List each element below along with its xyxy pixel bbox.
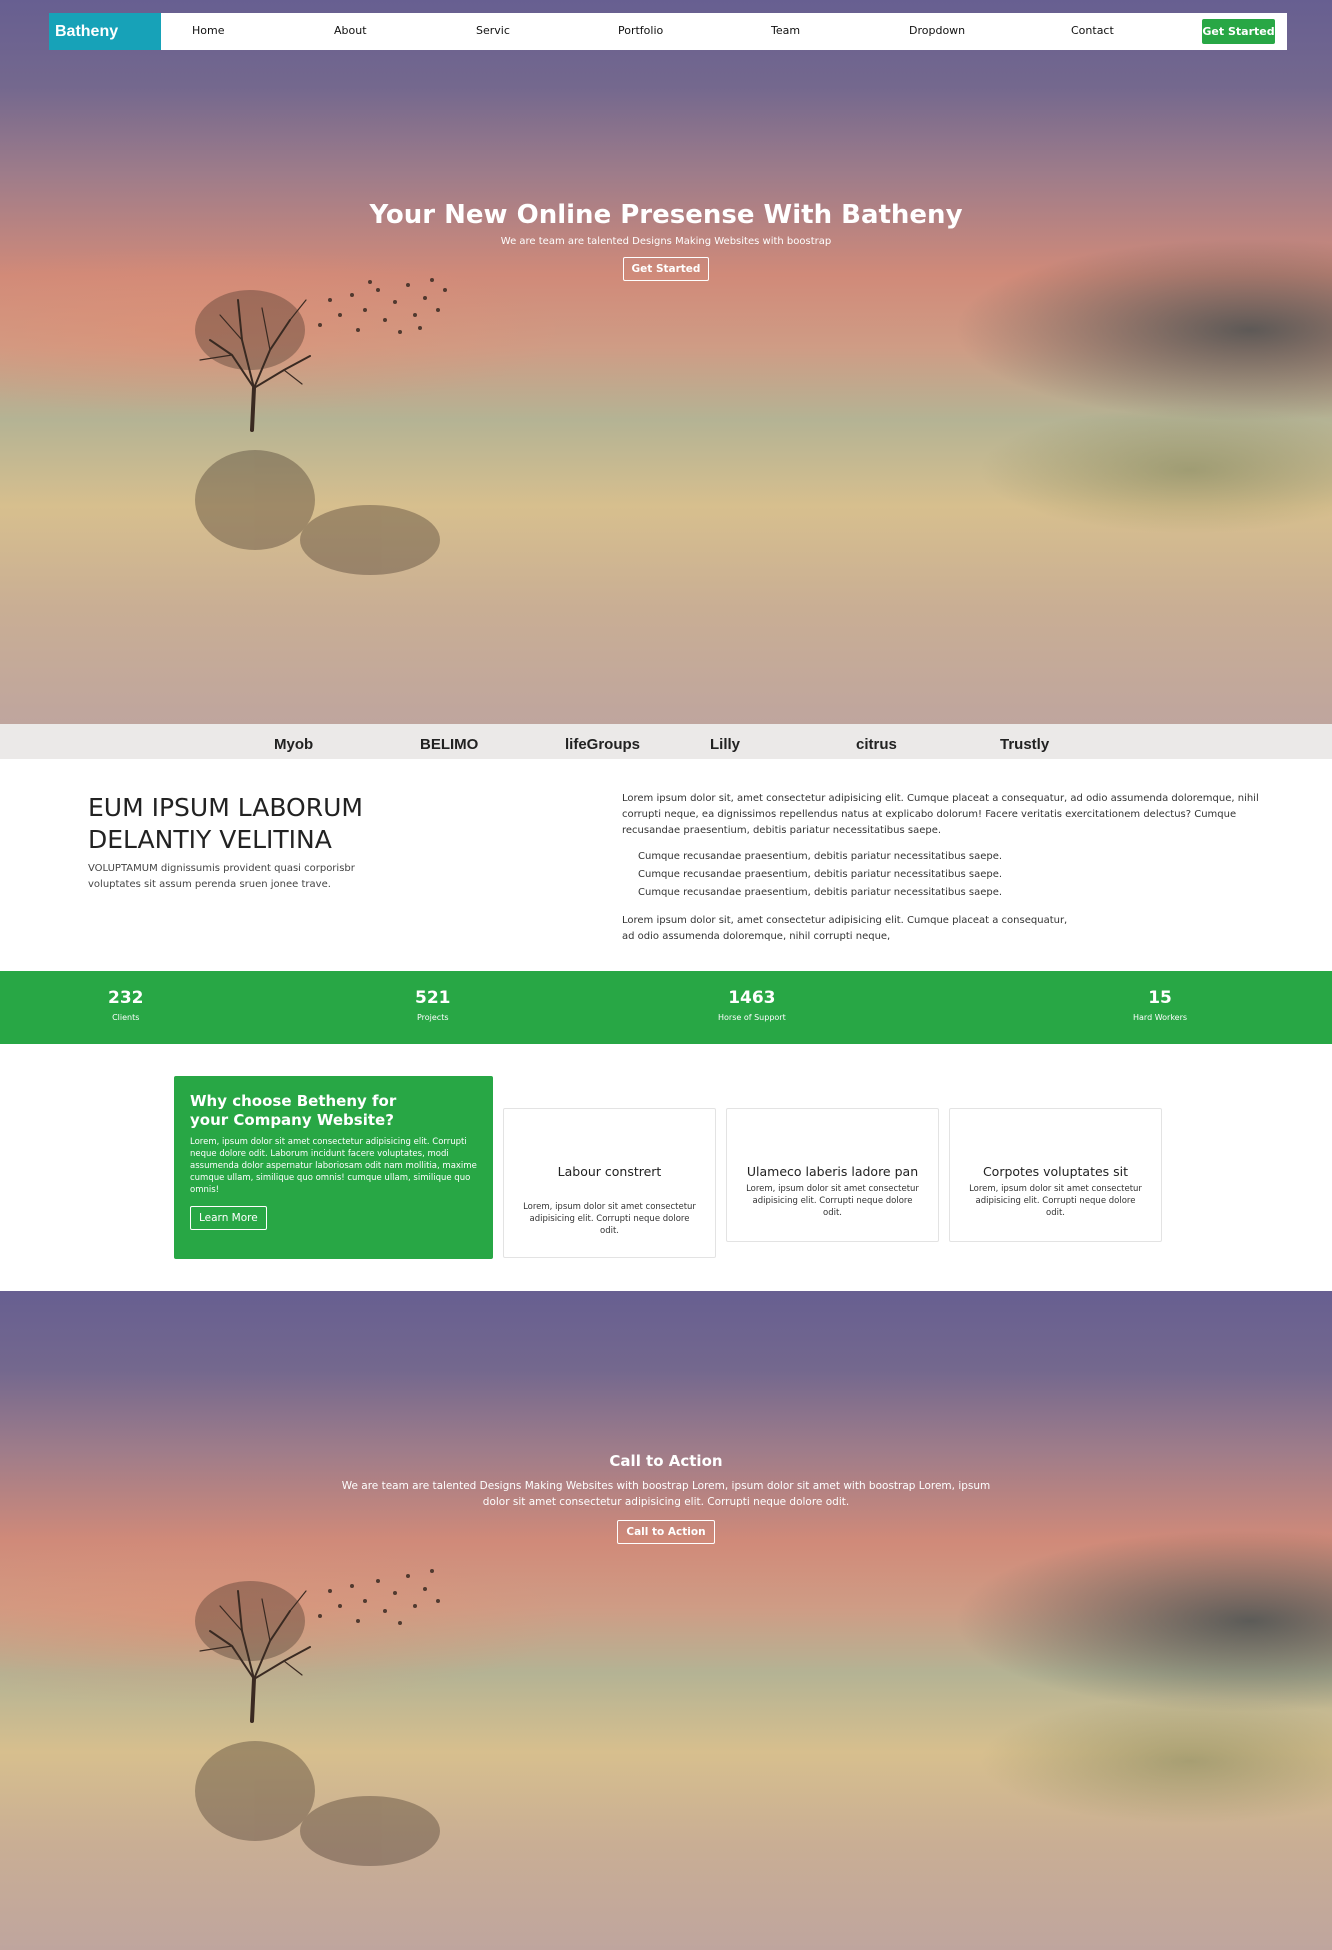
why-title: Why choose Betheny for your Company Webs… (190, 1092, 397, 1129)
feature-card-title: Corpotes voluptates sit (982, 1164, 1129, 1179)
stat-label: Hard Workers (1133, 1013, 1188, 1022)
stat-label: Projects (416, 1013, 449, 1022)
learn-more-button[interactable]: Learn More (190, 1206, 267, 1230)
client-logo-trustly: Trustly (1000, 736, 1050, 753)
feature-card: Corpotes voluptates sit Lorem, ipsum dol… (949, 1108, 1162, 1242)
about-heading-line-2: DELANTIY VELITINA (88, 825, 332, 854)
cta-background (0, 1291, 1332, 1950)
why-choose-box: Why choose Betheny for your Company Webs… (174, 1076, 493, 1259)
stat-support: 1463 Horse of Support (718, 988, 786, 1022)
nav-link-home[interactable]: Home (192, 24, 224, 37)
feature-card-title: Labour constrert (557, 1164, 662, 1179)
stat-value: 232 (108, 988, 144, 1008)
hero-title: Your New Online Presense With Batheny (369, 200, 963, 230)
brand-logo[interactable]: Batheny (49, 13, 161, 50)
nav-link-about[interactable]: About (334, 24, 367, 37)
stat-label: Clients (112, 1013, 140, 1022)
client-logo-lilly: Lilly (710, 736, 741, 753)
hero-content: Your New Online Presense With Batheny We… (0, 200, 1332, 281)
stat-value: 1463 (728, 988, 776, 1008)
about-paragraph-2-line-2: ad odio assumenda doloremque, nihil corr… (622, 931, 891, 942)
nav-link-contact[interactable]: Contact (1071, 24, 1114, 37)
stat-value: 15 (1148, 988, 1172, 1008)
stat-projects: 521 Projects (415, 988, 451, 1022)
cta-title: Call to Action (609, 1452, 723, 1470)
stats-bar: 232 Clients 521 Projects 1463 Horse of S… (0, 971, 1332, 1044)
stat-label: Horse of Support (718, 1013, 786, 1022)
call-to-action-button[interactable]: Call to Action (617, 1520, 715, 1544)
cta-content: Call to Action We are team are talented … (0, 1452, 1332, 1544)
why-text: Lorem, ipsum dolor sit amet consectetur … (190, 1137, 477, 1195)
feature-card: Labour constrert Lorem, ipsum dolor sit … (503, 1108, 716, 1258)
stat-clients: 232 Clients (108, 988, 144, 1022)
clients-bar: Myob BELIMO lifeGroups Lilly citrus Trus… (0, 724, 1332, 759)
get-started-button[interactable]: Get Started (1202, 19, 1275, 44)
about-subtext: VOLUPTAMUM dignissumis provident quasi c… (88, 863, 355, 890)
about-heading: EUM IPSUM LABORUM DELANTIY VELITINA (88, 792, 363, 856)
stat-hard-workers: 15 Hard Workers (1133, 988, 1187, 1022)
about-paragraph-2-line-1: Lorem ipsum dolor sit, amet consectetur … (622, 915, 1068, 926)
stat-value: 521 (415, 988, 451, 1008)
hero-subtitle: We are team are talented Designs Making … (500, 236, 832, 247)
feature-card-text: Lorem, ipsum dolor sit amet consectetur … (746, 1184, 919, 1218)
about-paragraph-1: Lorem ipsum dolor sit, amet consectetur … (622, 793, 1259, 836)
about-paragraph-2: Lorem ipsum dolor sit, amet consectetur … (622, 913, 1282, 945)
about-list-item: Cumque recusandae praesentium, debitis p… (638, 851, 1003, 862)
feature-card-text: Lorem, ipsum dolor sit amet consectetur … (523, 1202, 696, 1236)
feature-card-text: Lorem, ipsum dolor sit amet consectetur … (969, 1184, 1142, 1218)
client-logo-citrus: citrus (856, 736, 897, 753)
feature-card: Ulameco laberis ladore pan Lorem, ipsum … (726, 1108, 939, 1242)
client-logo-belimo: BELIMO (420, 736, 479, 753)
hero-background (0, 0, 1332, 724)
nav-link-dropdown[interactable]: Dropdown (909, 24, 965, 37)
about-list-item: Cumque recusandae praesentium, debitis p… (638, 869, 1003, 880)
nav-link-portfolio[interactable]: Portfolio (618, 24, 663, 37)
about-heading-line-1: EUM IPSUM LABORUM (88, 793, 363, 822)
about-list-item: Cumque recusandae praesentium, debitis p… (638, 887, 1003, 898)
nav-link-team[interactable]: Team (771, 24, 800, 37)
cta-text: We are team are talented Designs Making … (341, 1480, 991, 1508)
client-logo-lifegroups: lifeGroups (565, 736, 641, 753)
feature-card-title: Ulameco laberis ladore pan (746, 1164, 919, 1179)
nav-link-services[interactable]: Servic (476, 24, 510, 37)
client-logo-myob: Myob (274, 736, 314, 753)
tree-image (195, 1569, 440, 1866)
navbar: Batheny Home About Servic Portfolio Team… (49, 13, 1287, 50)
tree-image (195, 278, 447, 575)
hero-get-started-button[interactable]: Get Started (622, 257, 710, 281)
